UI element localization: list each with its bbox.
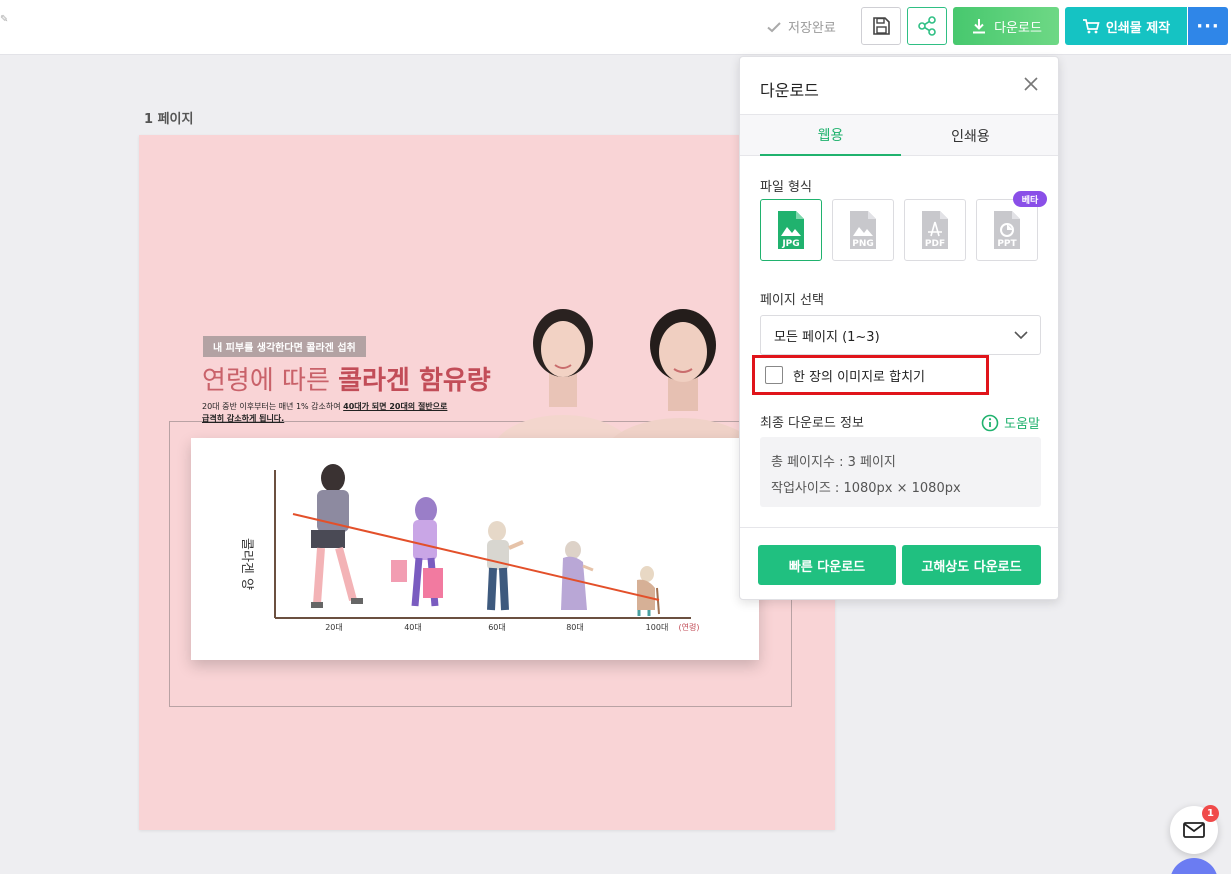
merge-into-one-image-option[interactable]: 한 장의 이미지로 합치기 — [752, 355, 989, 395]
ppt-file-icon: PPT — [994, 211, 1020, 249]
close-icon[interactable] — [1022, 75, 1040, 93]
figure-40s — [391, 497, 443, 607]
merge-checkbox[interactable] — [765, 366, 783, 384]
panel-divider — [740, 527, 1058, 528]
help-link[interactable]: 도움말 — [981, 413, 1040, 432]
tab-web[interactable]: 웹용 — [760, 115, 901, 156]
hires-download-button[interactable]: 고해상도 다운로드 — [902, 545, 1041, 585]
save-button[interactable] — [861, 7, 901, 45]
png-file-icon: PNG — [850, 211, 876, 249]
design-subtext[interactable]: 20대 중반 이후부터는 매년 1% 감소하여 40대가 되면 20대의 절반으… — [202, 401, 502, 425]
pdf-file-icon: PDF — [922, 211, 948, 249]
print-order-label: 인쇄물 제작 — [1105, 20, 1171, 36]
format-jpg-label: JPG — [781, 239, 799, 249]
download-icon — [973, 19, 986, 34]
design-headline[interactable]: 연령에 따른 콜라겐 함유량 — [202, 360, 491, 397]
chart-ylabel: 콜라겐 양 — [239, 538, 254, 590]
share-icon — [918, 16, 936, 36]
page-select-value: 모든 페이지 (1~3) — [774, 329, 880, 345]
x-axis-unit: (연령) — [679, 623, 700, 632]
design-tagline[interactable]: 내 피부를 생각한다면 콜라겐 섭취 — [203, 336, 366, 357]
tick-label-100s: 100대 — [646, 623, 669, 632]
format-jpg-option[interactable]: JPG — [760, 199, 822, 261]
tick-label-60s: 60대 — [488, 623, 506, 632]
more-options-button[interactable]: ··· — [1188, 7, 1228, 45]
beta-badge: 베타 — [1013, 191, 1047, 207]
pencil-icon[interactable]: ✎ — [0, 14, 8, 25]
figure-100s — [637, 566, 660, 616]
figure-80s — [561, 541, 594, 610]
figure-60s — [487, 521, 524, 611]
final-download-info-label: 최종 다운로드 정보 — [760, 416, 864, 431]
chat-support-button[interactable] — [1170, 858, 1218, 874]
share-button[interactable] — [907, 7, 947, 45]
headline-bold: 콜라겐 함유량 — [338, 366, 491, 396]
format-png-label: PNG — [852, 239, 874, 249]
print-order-button[interactable]: 인쇄물 제작 — [1065, 7, 1187, 45]
subtext-underlined-1: 40대가 되면 20대의 절반으로 — [343, 402, 448, 411]
cart-icon — [1082, 19, 1100, 34]
jpg-file-icon: JPG — [778, 211, 804, 249]
page-select-dropdown[interactable]: 모든 페이지 (1~3) — [760, 315, 1041, 355]
top-toolbar: ✎ 저장완료 다운로드 인쇄물 제작 ··· — [0, 0, 1231, 55]
download-button-label: 다운로드 — [994, 20, 1042, 36]
chevron-down-icon — [1014, 331, 1028, 340]
chart-card[interactable]: 콜라겐 양 20대 40대 60대 80대 100대 (연령) — [191, 438, 759, 660]
help-label: 도움말 — [1004, 417, 1040, 432]
save-status-label: 저장완료 — [788, 21, 836, 36]
save-status: 저장완료 — [766, 17, 836, 36]
subtext-underlined-2: 급격히 감소하게 됩니다. — [202, 414, 285, 423]
panel-title: 다운로드 — [760, 81, 819, 100]
collagen-chart: 콜라겐 양 20대 40대 60대 80대 100대 (연령) — [239, 464, 700, 632]
format-ppt-label: PPT — [997, 239, 1017, 249]
format-png-option[interactable]: PNG — [832, 199, 894, 261]
headline-light: 연령에 따른 — [202, 366, 339, 396]
download-button[interactable]: 다운로드 — [953, 7, 1059, 45]
info-circle-icon — [981, 414, 999, 431]
format-pdf-label: PDF — [925, 239, 945, 249]
format-ppt-option[interactable]: PPT — [976, 199, 1038, 261]
download-info-box: 총 페이지수 : 3 페이지 작업사이즈 : 1080px × 1080px — [760, 437, 1041, 507]
merge-label: 한 장의 이미지로 합치기 — [793, 369, 925, 385]
tick-label-20s: 20대 — [325, 623, 343, 632]
tab-print[interactable]: 인쇄용 — [900, 115, 1041, 156]
tick-label-80s: 80대 — [566, 623, 584, 632]
more-dots-icon: ··· — [1196, 15, 1220, 37]
page-label: 1 페이지 — [144, 112, 194, 127]
quick-download-button[interactable]: 빠른 다운로드 — [758, 545, 896, 585]
check-icon — [767, 21, 781, 32]
info-total-pages: 총 페이지수 : 3 페이지 — [771, 455, 896, 470]
mail-count-badge: 1 — [1202, 805, 1219, 822]
format-pdf-option[interactable]: PDF — [904, 199, 966, 261]
info-work-size: 작업사이즈 : 1080px × 1080px — [771, 481, 961, 496]
floppy-disk-icon — [873, 17, 890, 35]
subtext-plain: 20대 중반 이후부터는 매년 1% 감소하여 — [202, 402, 344, 411]
models-photo[interactable] — [491, 305, 749, 440]
figure-20s — [311, 464, 363, 608]
tick-label-40s: 40대 — [404, 623, 422, 632]
design-page[interactable]: 내 피부를 생각한다면 콜라겐 섭취 연령에 따른 콜라겐 함유량 20대 중반… — [139, 135, 835, 830]
download-tabs: 웹용 인쇄용 — [740, 114, 1058, 156]
page-select-label: 페이지 선택 — [760, 293, 824, 308]
mail-icon — [1183, 822, 1205, 838]
file-format-label: 파일 형식 — [760, 180, 812, 195]
download-panel: 다운로드 웹용 인쇄용 파일 형식 JPG PNG PDF PPT 베타 페이지… — [739, 56, 1059, 600]
